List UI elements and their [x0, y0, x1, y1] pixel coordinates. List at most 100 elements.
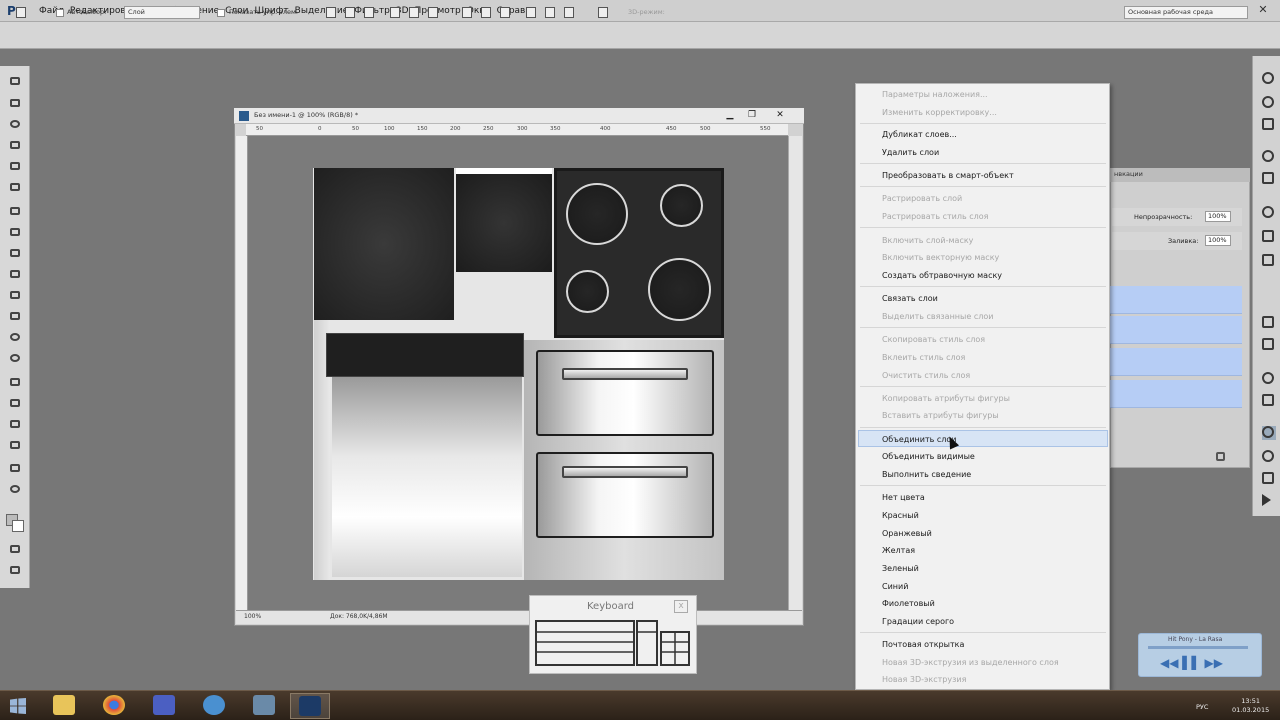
save-taskbar-icon[interactable] — [144, 693, 184, 719]
language-indicator[interactable]: РУС — [1196, 703, 1208, 711]
doc-info[interactable]: Док: 768,0K/4,86M — [330, 613, 388, 620]
menu-item-copy-style[interactable]: Скопировать стиль слоя — [882, 335, 985, 344]
menu-item-convert-smart-object[interactable]: Преобразовать в смарт-объект — [882, 171, 1014, 180]
styles-panel-icon[interactable] — [1262, 118, 1276, 132]
character-panel-icon[interactable] — [1262, 316, 1276, 330]
menu-item-3d-extrusion-selected[interactable]: Новая 3D-экструзия из выделенного слоя — [882, 658, 1059, 667]
paths-panel-icon[interactable] — [1262, 472, 1276, 486]
media-progress[interactable] — [1148, 646, 1248, 649]
menu-item-no-color[interactable]: Нет цвета — [882, 493, 925, 502]
quick-select-tool-icon[interactable] — [7, 138, 23, 152]
menu-item-paste-style[interactable]: Вклеить стиль слоя — [882, 353, 965, 362]
align-left-icon[interactable] — [390, 7, 400, 18]
menu-item-grayscale[interactable]: Градации серого — [882, 617, 954, 626]
layers-panel-tab[interactable]: нвкации — [1114, 170, 1143, 178]
quick-mask-icon[interactable] — [7, 542, 23, 556]
explorer-taskbar-icon[interactable] — [44, 693, 84, 719]
path-select-tool-icon[interactable] — [7, 417, 23, 431]
app-taskbar-icon[interactable] — [194, 693, 234, 719]
menu-item-duplicate-layers[interactable]: Дубликат слоев... — [882, 130, 957, 139]
menu-item-blue[interactable]: Синий — [882, 582, 908, 591]
menu-view[interactable]: Просмотр — [415, 4, 467, 18]
menu-item-orange[interactable]: Оранжевый — [882, 529, 932, 538]
zoom-tool-icon[interactable] — [7, 482, 23, 496]
vertical-scrollbar[interactable] — [788, 136, 802, 610]
menu-item-clear-style[interactable]: Очистить стиль слоя — [882, 371, 970, 380]
distribute-top-icon[interactable] — [462, 7, 472, 18]
align-right-icon[interactable] — [428, 7, 438, 18]
remote-desktop-taskbar-icon[interactable] — [244, 693, 284, 719]
distribute-bottom-icon[interactable] — [500, 7, 510, 18]
hand-tool-icon[interactable] — [7, 461, 23, 475]
adjustments-panel-icon[interactable] — [1262, 150, 1276, 164]
align-vcenter-icon[interactable] — [345, 7, 355, 18]
menu-item-violet[interactable]: Фиолетовый — [882, 599, 935, 608]
distribute-left-icon[interactable] — [526, 7, 536, 18]
media-controls-icon[interactable]: ◀◀ ▌▌ ▶▶ — [1160, 656, 1223, 670]
swatches-panel-icon[interactable] — [1262, 96, 1276, 110]
channels-panel-icon[interactable] — [1262, 450, 1276, 464]
menu-item-create-clipping-mask[interactable]: Создать обтравочную маску — [882, 271, 1002, 280]
history-brush-tool-icon[interactable] — [7, 267, 23, 281]
properties-panel-icon[interactable] — [1262, 254, 1276, 268]
distribute-vcenter-icon[interactable] — [481, 7, 491, 18]
chrome-taskbar-icon[interactable] — [94, 693, 134, 719]
menu-item-yellow[interactable]: Желтая — [882, 546, 915, 555]
timeline-panel-icon[interactable] — [1262, 394, 1276, 408]
menu-item-3d-extrusion[interactable]: Новая 3D-экструзия — [882, 675, 966, 684]
history-panel-icon[interactable] — [1262, 206, 1276, 220]
menu-item-rasterize-layer[interactable]: Растрировать слой — [882, 194, 962, 203]
distribute-right-icon[interactable] — [564, 7, 574, 18]
layer-row-selected[interactable] — [1110, 286, 1242, 314]
menu-item-postcard[interactable]: Почтовая открытка — [882, 640, 964, 649]
menu-item-rasterize-style[interactable]: Растрировать стиль слоя — [882, 212, 988, 221]
gradient-tool-icon[interactable] — [7, 309, 23, 323]
layer-row-selected[interactable] — [1110, 348, 1242, 376]
opacity-field[interactable]: 100% — [1205, 211, 1231, 222]
menu-item-edit-adjustment[interactable]: Изменить корректировку... — [882, 108, 997, 117]
align-hcenter-icon[interactable] — [409, 7, 419, 18]
menu-item-enable-layer-mask[interactable]: Включить слой-маску — [882, 236, 973, 245]
menu-item-copy-shape-attrs[interactable]: Копировать атрибуты фигуры — [882, 394, 1010, 403]
blur-tool-icon[interactable] — [7, 330, 23, 344]
move-tool-icon[interactable] — [7, 74, 23, 88]
layers-panel-icon[interactable] — [1262, 426, 1276, 440]
auto-align-icon[interactable] — [598, 7, 608, 18]
layer-row-selected[interactable] — [1110, 380, 1242, 408]
eraser-tool-icon[interactable] — [7, 288, 23, 302]
keyboard-close-button[interactable]: x — [674, 600, 688, 613]
brush-tool-icon[interactable] — [7, 225, 23, 239]
play-action-icon[interactable] — [1262, 494, 1271, 506]
menu-item-enable-vector-mask[interactable]: Включить векторную маску — [882, 253, 999, 262]
dodge-tool-icon[interactable] — [7, 351, 23, 365]
screen-mode-icon[interactable] — [7, 563, 23, 577]
clone-stamp-tool-icon[interactable] — [7, 246, 23, 260]
background-color-swatch[interactable] — [12, 520, 24, 532]
menu-item-select-linked[interactable]: Выделить связанные слои — [882, 312, 993, 321]
doc-close-icon[interactable]: ✕ — [770, 109, 790, 122]
marquee-tool-icon[interactable] — [7, 96, 23, 110]
brush-presets-panel-icon[interactable] — [1262, 230, 1276, 244]
menu-item-green[interactable]: Зеленый — [882, 564, 919, 573]
close-icon[interactable]: ✕ — [1252, 2, 1274, 18]
show-controls-checkbox[interactable] — [217, 9, 225, 17]
crop-tool-icon[interactable] — [7, 159, 23, 173]
workspace-dropdown[interactable]: Основная рабочая среда — [1124, 6, 1248, 19]
clock[interactable]: 13:51 01.03.2015 — [1232, 697, 1269, 715]
menu-item-paste-shape-attrs[interactable]: Вставить атрибуты фигуры — [882, 411, 999, 420]
doc-minimize-icon[interactable]: ▁ — [720, 109, 740, 122]
menu-item-link-layers[interactable]: Связать слои — [882, 294, 938, 303]
doc-maximize-icon[interactable]: ❐ — [742, 109, 762, 122]
menu-item-merge-visible[interactable]: Объединить видимые — [882, 452, 975, 461]
rectangle-tool-icon[interactable] — [7, 438, 23, 452]
distribute-hcenter-icon[interactable] — [545, 7, 555, 18]
menu-item-blending-options[interactable]: Параметры наложения... — [882, 90, 988, 99]
menu-file[interactable]: Файл — [39, 4, 70, 18]
pen-tool-icon[interactable] — [7, 375, 23, 389]
3d-panel-icon[interactable] — [1262, 372, 1276, 386]
autoselect-dropdown[interactable]: Слой — [124, 6, 200, 19]
move-tool-icon[interactable] — [16, 7, 26, 18]
masks-panel-icon[interactable] — [1262, 172, 1276, 186]
menu-item-flatten-image[interactable]: Выполнить сведение — [882, 470, 971, 479]
align-top-icon[interactable] — [326, 7, 336, 18]
